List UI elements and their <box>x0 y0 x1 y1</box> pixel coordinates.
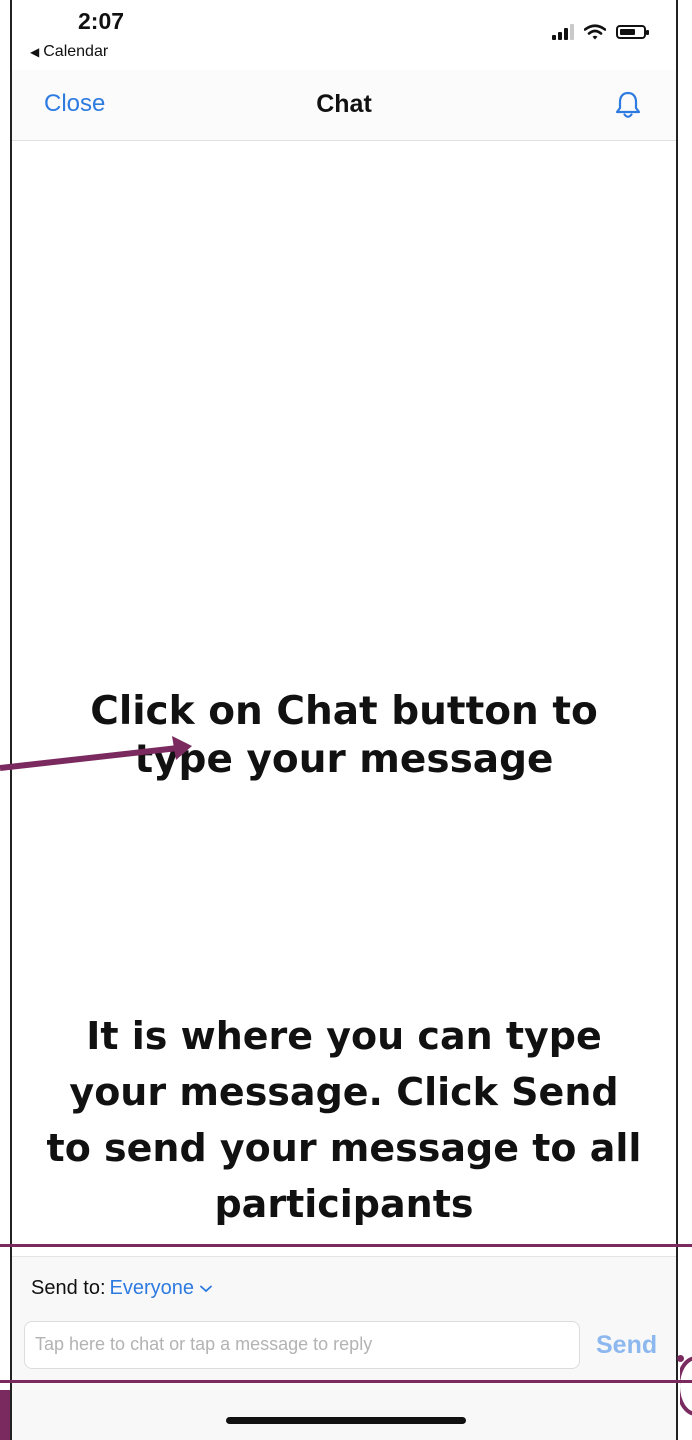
corner-decoration <box>680 1350 692 1440</box>
annotation-underline-bottom <box>0 1380 692 1383</box>
annotation-overlay <box>0 736 192 771</box>
annotation-arrow-head <box>172 736 192 760</box>
corner-dot <box>677 1355 684 1362</box>
annotation-arrow-line <box>0 745 179 771</box>
annotation-side-block <box>0 1390 10 1440</box>
annotation-underline-top <box>0 1244 692 1247</box>
